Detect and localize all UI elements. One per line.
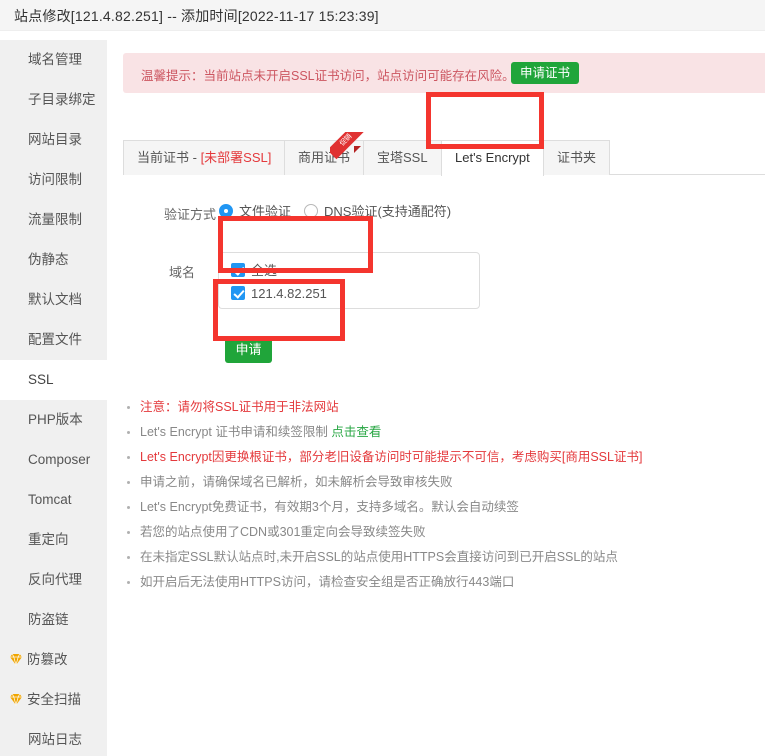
note-item-5: 若您的站点使用了CDN或301重定向会导致续签失败 <box>123 520 763 545</box>
note-item-0: 注意：请勿将SSL证书用于非法网站 <box>123 395 763 420</box>
tab-0[interactable]: 当前证书 - [未部署SSL] <box>123 140 286 175</box>
certificate-tabs: 当前证书 - [未部署SSL] 商用证书 促销 宝塔SSL Let's Encrypt 证… <box>123 132 765 176</box>
sidebar-item-label: SSL <box>28 372 54 387</box>
note-link[interactable]: 点击查看 <box>331 425 381 439</box>
note-item-2: Let's Encrypt因更换根证书，部分老旧设备访问时可能提示不可信，考虑购… <box>123 445 763 470</box>
sidebar-item-10[interactable]: Composer <box>0 440 107 480</box>
sidebar-item-label: 防篡改 <box>27 652 68 667</box>
note-text: 如开启后无法使用HTTPS访问，请检查安全组是否正确放行443端口 <box>140 575 515 589</box>
sidebar-item-label: 伪静态 <box>28 252 69 267</box>
note-text: Let's Encrypt 证书申请和续签限制 <box>140 425 332 439</box>
sidebar-item-label: 防盗链 <box>28 612 69 627</box>
sidebar-item-label: 流量限制 <box>28 212 82 227</box>
sidebar-item-label: 访问限制 <box>28 172 82 187</box>
sidebar-item-label: Tomcat <box>28 492 72 507</box>
sidebar-item-label: 安全扫描 <box>27 692 81 707</box>
sidebar-item-8[interactable]: SSL <box>0 360 107 400</box>
sidebar-item-12[interactable]: 重定向 <box>0 520 107 560</box>
sidebar-item-label: 重定向 <box>28 532 69 547</box>
page-title: 站点修改[121.4.82.251] -- 添加时间[2022-11-17 15… <box>14 8 379 24</box>
sidebar-item-label: 子目录绑定 <box>28 92 96 107</box>
tab-4[interactable]: 证书夹 <box>543 140 611 175</box>
tab-3[interactable]: Let's Encrypt <box>441 140 544 176</box>
tab-status-suffix: [未部署SSL] <box>200 150 272 165</box>
note-text: 若您的站点使用了CDN或301重定向会导致续签失败 <box>140 525 426 539</box>
radio-file-verification-label: 文件验证 <box>239 204 292 219</box>
sidebar-item-14[interactable]: 防盗链 <box>0 600 107 640</box>
tab-1[interactable]: 商用证书 促销 <box>284 132 365 175</box>
sidebar-item-11[interactable]: Tomcat <box>0 480 107 520</box>
sidebar-item-4[interactable]: 流量限制 <box>0 200 107 240</box>
checkbox-domain-entry[interactable]: 121.4.82.251 <box>231 286 327 302</box>
apply-certificate-banner-button[interactable]: 申请证书 <box>511 62 580 84</box>
checkbox-icon <box>231 286 245 300</box>
sidebar-item-label: PHP版本 <box>28 412 83 427</box>
note-item-6: 在未指定SSL默认站点时,未开启SSL的站点使用HTTPS会直接访问到已开启SS… <box>123 545 763 570</box>
gem-icon <box>9 693 23 707</box>
checkbox-icon <box>231 263 245 277</box>
sidebar-item-7[interactable]: 配置文件 <box>0 320 107 360</box>
main-content: 温馨提示：当前站点未开启SSL证书访问，站点访问可能存在风险。 申请证书 当前证… <box>107 40 765 756</box>
sidebar-item-15[interactable]: 防篡改 <box>0 640 107 680</box>
tab-label: 当前证书 - <box>137 150 201 165</box>
sidebar-item-16[interactable]: 安全扫描 <box>0 680 107 720</box>
ssl-warning-text: 温馨提示：当前站点未开启SSL证书访问，站点访问可能存在风险。 <box>141 69 515 83</box>
sidebar-item-label: 反向代理 <box>28 572 82 587</box>
verify-method-label: 验证方式 <box>164 207 217 222</box>
sidebar-item-0[interactable]: 域名管理 <box>0 40 107 80</box>
sidebar-item-1[interactable]: 子目录绑定 <box>0 80 107 120</box>
promo-ribbon-tail-icon <box>354 146 362 153</box>
sidebar-item-3[interactable]: 访问限制 <box>0 160 107 200</box>
radio-dns-verification[interactable]: DNS验证(支持通配符) <box>304 203 451 221</box>
ssl-warning-banner: 温馨提示：当前站点未开启SSL证书访问，站点访问可能存在风险。 申请证书 <box>123 53 765 93</box>
note-text: 注意：请勿将SSL证书用于非法网站 <box>140 400 339 414</box>
sidebar-item-label: 配置文件 <box>28 332 82 347</box>
tab-label: Let's Encrypt <box>455 150 530 165</box>
note-text: 在未指定SSL默认站点时,未开启SSL的站点使用HTTPS会直接访问到已开启SS… <box>140 550 618 564</box>
note-item-7: 如开启后无法使用HTTPS访问，请检查安全组是否正确放行443端口 <box>123 570 763 595</box>
sidebar-item-13[interactable]: 反向代理 <box>0 560 107 600</box>
note-item-4: Let's Encrypt免费证书，有效期3个月，支持多域名。默认会自动续签 <box>123 495 763 520</box>
sidebar-item-5[interactable]: 伪静态 <box>0 240 107 280</box>
sidebar-item-9[interactable]: PHP版本 <box>0 400 107 440</box>
sidebar-item-label: Composer <box>28 452 91 467</box>
tab-2[interactable]: 宝塔SSL <box>363 140 442 175</box>
notes-list: 注意：请勿将SSL证书用于非法网站 Let's Encrypt 证书申请和续签限制… <box>123 395 763 595</box>
checkbox-select-all[interactable]: 全选 <box>231 263 277 279</box>
note-item-3: 申请之前，请确保域名已解析，如未解析会导致审核失败 <box>123 470 763 495</box>
verify-method-row: 验证方式 文件验证 DNS验证(支持通配符) <box>107 200 765 226</box>
tab-label: 商用证书 <box>298 150 351 165</box>
note-text: Let's Encrypt免费证书，有效期3个月，支持多域名。默认会自动续签 <box>140 500 519 514</box>
sidebar-item-label: 网站目录 <box>28 132 82 147</box>
sidebar-item-2[interactable]: 网站目录 <box>0 120 107 160</box>
checkbox-select-all-label: 全选 <box>251 263 278 278</box>
sidebar-item-6[interactable]: 默认文档 <box>0 280 107 320</box>
note-item-1: Let's Encrypt 证书申请和续签限制 点击查看 <box>123 420 763 445</box>
radio-dns-verification-label: DNS验证(支持通配符) <box>324 204 452 219</box>
sidebar-item-17[interactable]: 网站日志 <box>0 720 107 756</box>
window-header: 站点修改[121.4.82.251] -- 添加时间[2022-11-17 15… <box>0 0 765 31</box>
domain-label: 域名 <box>169 265 196 280</box>
note-text: Let's Encrypt因更换根证书，部分老旧设备访问时可能提示不可信，考虑购… <box>140 450 643 464</box>
sidebar-item-label: 域名管理 <box>28 52 82 67</box>
radio-dot-icon <box>304 204 318 218</box>
apply-button[interactable]: 申请 <box>225 336 272 363</box>
radio-file-verification[interactable]: 文件验证 <box>219 203 291 221</box>
tab-label: 宝塔SSL <box>377 150 428 165</box>
tab-label: 证书夹 <box>557 150 597 165</box>
checkbox-domain-entry-label: 121.4.82.251 <box>251 286 327 301</box>
page-root: 站点修改[121.4.82.251] -- 添加时间[2022-11-17 15… <box>0 0 765 756</box>
domain-checkbox-list: 全选 121.4.82.251 <box>218 252 480 309</box>
sidebar-item-label: 默认文档 <box>28 292 82 307</box>
sidebar-nav: 域名管理子目录绑定网站目录访问限制流量限制伪静态默认文档配置文件 SSL PHP版本… <box>0 40 107 756</box>
radio-dot-icon <box>219 204 233 218</box>
note-text: 申请之前，请确保域名已解析，如未解析会导致审核失败 <box>140 475 453 489</box>
gem-icon <box>9 653 23 667</box>
sidebar-item-label: 网站日志 <box>28 732 82 747</box>
